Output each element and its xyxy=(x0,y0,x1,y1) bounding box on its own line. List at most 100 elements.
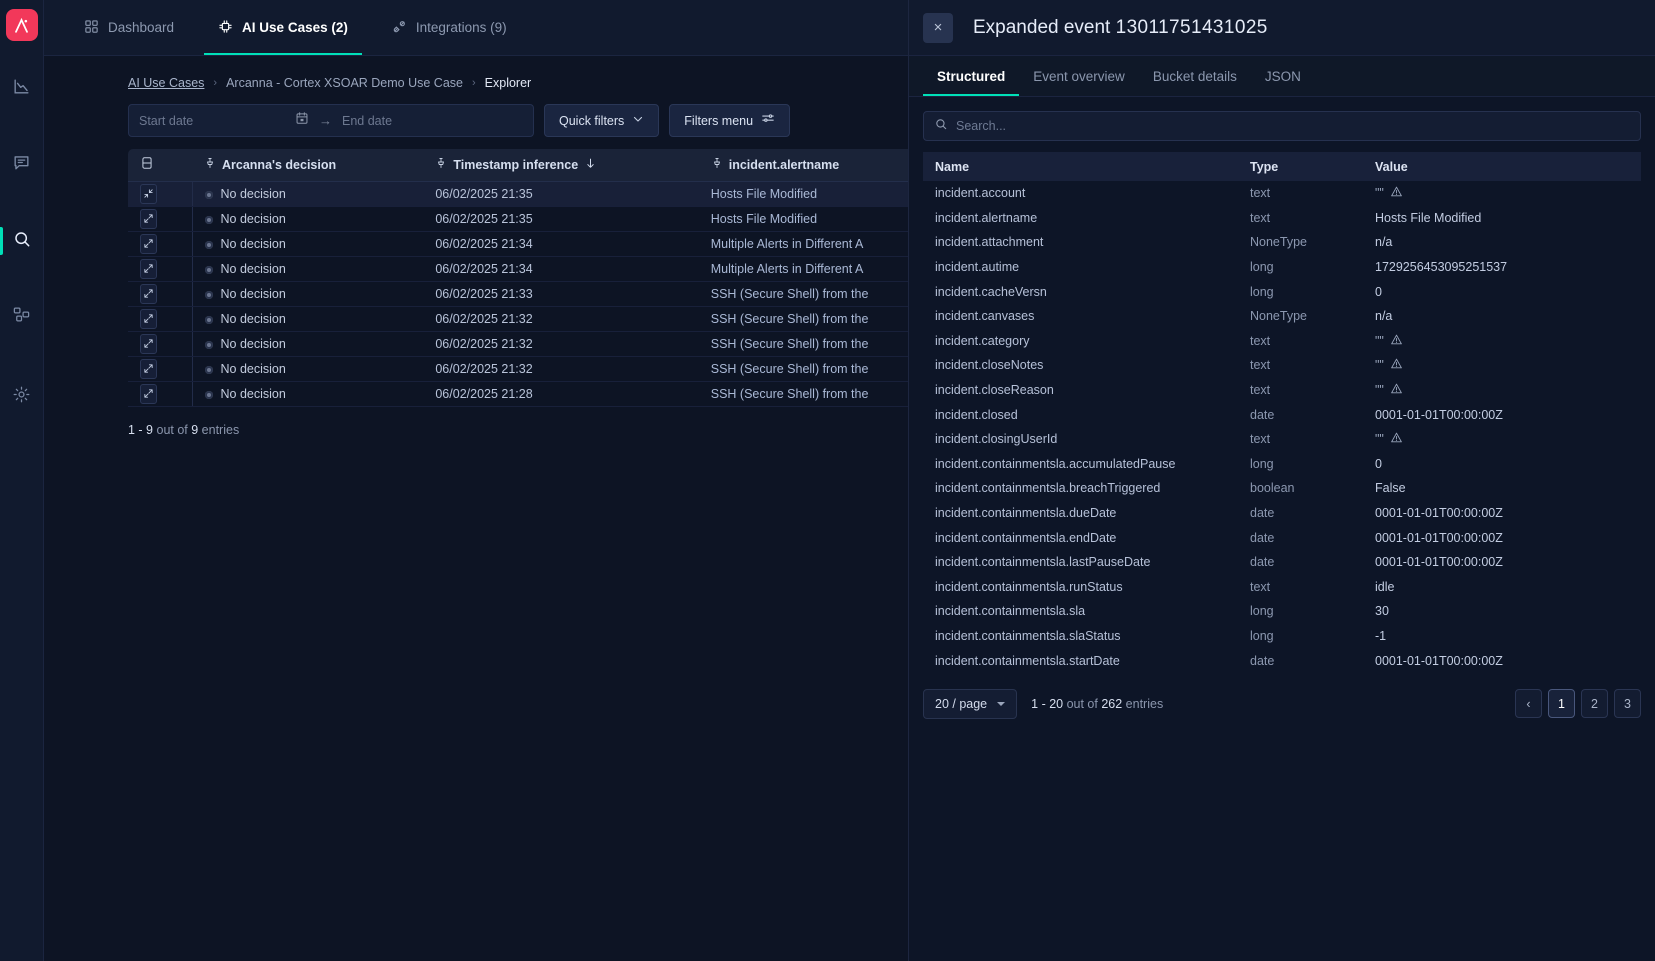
tab-json[interactable]: JSON xyxy=(1251,56,1315,96)
breadcrumb-root[interactable]: AI Use Cases xyxy=(128,76,204,90)
table-row[interactable]: No decision 06/02/2025 21:32 SSH (Secure S… xyxy=(128,356,968,382)
field-row[interactable]: incident.category text "" xyxy=(923,329,1641,354)
app-root: Dashboard AI Use Cases (2) Integrations … xyxy=(0,0,1655,961)
sidebar-item-integrations[interactable] xyxy=(0,297,44,337)
tab-ai-use-cases[interactable]: AI Use Cases (2) xyxy=(204,0,362,55)
field-row[interactable]: incident.alertname text Hosts File Modifie… xyxy=(923,206,1641,231)
warning-icon xyxy=(1390,357,1403,373)
end-date-input[interactable] xyxy=(342,113,492,128)
pagination-controls: ‹ 1 2 3 xyxy=(1515,689,1641,719)
panel-pagination: 20 / page 1 - 20 out of 262 entries ‹ 1 2 3 xyxy=(923,688,1641,719)
field-row[interactable]: incident.containmentsla.runStatus text idl… xyxy=(923,575,1641,600)
page-button-2[interactable]: 2 xyxy=(1581,689,1608,719)
page-button-1[interactable]: 1 xyxy=(1548,689,1575,719)
filters-menu-button[interactable]: Filters menu xyxy=(669,104,791,137)
decision-status-dot xyxy=(204,315,213,324)
field-row[interactable]: incident.canvases NoneType n/a xyxy=(923,304,1641,329)
row-decision-label: No decision xyxy=(220,286,286,301)
field-row[interactable]: incident.closeReason text "" xyxy=(923,378,1641,403)
table-row[interactable]: No decision 06/02/2025 21:28 SSH (Secure S… xyxy=(128,381,968,407)
row-timestamp-cell: 06/02/2025 21:28 xyxy=(423,381,699,407)
expand-row-icon[interactable] xyxy=(140,308,157,329)
search-input[interactable] xyxy=(956,119,1630,133)
collapse-row-icon[interactable] xyxy=(140,183,157,204)
tab-event-overview[interactable]: Event overview xyxy=(1019,56,1139,96)
per-page-select[interactable]: 20 / page xyxy=(923,688,1018,719)
tab-structured[interactable]: Structured xyxy=(923,56,1020,96)
quick-filters-button[interactable]: Quick filters xyxy=(544,104,660,137)
sort-desc-icon[interactable] xyxy=(584,157,597,173)
field-name-cell: incident.containmentsla.breachTriggered xyxy=(935,481,1161,496)
field-row[interactable]: incident.containmentsla.slaStatus long -1 xyxy=(923,624,1641,649)
panel-toggle-icon[interactable] xyxy=(140,157,154,174)
close-icon[interactable]: × xyxy=(923,12,953,43)
search-field[interactable] xyxy=(923,111,1641,141)
expand-row-icon[interactable] xyxy=(140,283,157,304)
field-row[interactable]: incident.containmentsla.endDate date 0001-… xyxy=(923,525,1641,550)
tab-integrations[interactable]: Integrations (9) xyxy=(378,0,521,55)
table-row[interactable]: No decision 06/02/2025 21:35 Hosts File Mo… xyxy=(128,206,968,232)
row-decision-label: No decision xyxy=(220,211,286,226)
field-row[interactable]: incident.containmentsla.dueDate date 0001-… xyxy=(923,501,1641,526)
events-col-expand xyxy=(128,149,192,182)
expand-row-icon[interactable] xyxy=(140,258,157,279)
field-value-cell: 0001-01-01T00:00:00Z xyxy=(1363,525,1641,550)
field-row[interactable]: incident.containmentsla.breachTriggered b… xyxy=(923,476,1641,501)
table-row[interactable]: No decision 06/02/2025 21:35 Hosts File Mo… xyxy=(128,181,968,207)
field-name-cell: incident.alertname xyxy=(935,210,1038,225)
table-row[interactable]: No decision 06/02/2025 21:34 Multiple Aler… xyxy=(128,256,968,282)
table-row[interactable]: No decision 06/02/2025 21:34 Multiple Aler… xyxy=(128,231,968,257)
page-button-3[interactable]: 3 xyxy=(1614,689,1641,719)
field-row[interactable]: incident.closeNotes text "" xyxy=(923,353,1641,378)
field-value-text: n/a xyxy=(1375,235,1393,250)
start-date-input[interactable] xyxy=(139,113,289,128)
field-value-cell: 0001-01-01T00:00:00Z xyxy=(1363,402,1641,427)
expand-row-icon[interactable] xyxy=(140,383,157,404)
expand-row-icon[interactable] xyxy=(140,358,157,379)
sidebar-item-feedback[interactable] xyxy=(0,145,44,185)
date-range-picker[interactable]: → xyxy=(128,104,534,137)
field-value-cell: False xyxy=(1363,476,1641,501)
table-row[interactable]: No decision 06/02/2025 21:32 SSH (Secure S… xyxy=(128,306,968,332)
field-type-cell: text xyxy=(1250,383,1271,398)
field-value-text: n/a xyxy=(1375,309,1393,324)
field-row[interactable]: incident.attachment NoneType n/a xyxy=(923,230,1641,255)
events-col-timestamp[interactable]: Timestamp inference xyxy=(423,149,699,182)
expand-row-icon[interactable] xyxy=(140,333,157,354)
expand-row-icon[interactable] xyxy=(140,233,157,254)
expand-row-icon[interactable] xyxy=(140,208,157,229)
app-logo[interactable] xyxy=(5,9,38,41)
tab-bucket-details[interactable]: Bucket details xyxy=(1139,56,1251,96)
field-value-text: "" xyxy=(1375,333,1384,348)
per-page-label: 20 / page xyxy=(935,696,988,711)
row-timestamp-cell: 06/02/2025 21:32 xyxy=(423,306,699,332)
field-row[interactable]: incident.containmentsla.sla long 30 xyxy=(923,599,1641,624)
calendar-icon[interactable] xyxy=(295,111,309,130)
field-row[interactable]: incident.closingUserId text "" xyxy=(923,427,1641,452)
field-row[interactable]: incident.account text "" xyxy=(923,181,1641,206)
table-row[interactable]: No decision 06/02/2025 21:33 SSH (Secure S… xyxy=(128,281,968,307)
field-value-text: Hosts File Modified xyxy=(1375,210,1482,225)
sidebar-item-analytics[interactable] xyxy=(0,69,44,109)
table-row[interactable]: No decision 06/02/2025 21:32 SSH (Secure S… xyxy=(128,331,968,357)
field-row[interactable]: incident.cacheVersn long 0 xyxy=(923,279,1641,304)
field-row[interactable]: incident.closed date 0001-01-01T00:00:00Z xyxy=(923,402,1641,427)
field-name-cell: incident.closeReason xyxy=(935,383,1054,398)
prev-page-button[interactable]: ‹ xyxy=(1515,689,1542,719)
events-col-decision[interactable]: Arcanna's decision xyxy=(192,149,424,182)
field-name-cell: incident.containmentsla.slaStatus xyxy=(935,628,1121,643)
events-col-alertname-label: incident.alertname xyxy=(728,157,840,172)
sidebar-item-explorer[interactable] xyxy=(0,221,44,261)
breadcrumb-usecase[interactable]: Arcanna - Cortex XSOAR Demo Use Case xyxy=(226,76,463,90)
row-expand-cell xyxy=(128,356,193,382)
field-row[interactable]: incident.containmentsla.lastPauseDate dat… xyxy=(923,550,1641,575)
sidebar-item-settings[interactable] xyxy=(0,377,44,417)
field-value-text: 1729256453095251537 xyxy=(1375,260,1508,275)
left-rail xyxy=(0,0,44,961)
field-row[interactable]: incident.containmentsla.startDate date 000… xyxy=(923,648,1641,673)
field-name-cell: incident.autime xyxy=(935,260,1020,275)
panel-header: × Expanded event 13011751431025 xyxy=(909,0,1655,56)
field-row[interactable]: incident.autime long 1729256453095251537 xyxy=(923,255,1641,280)
tab-dashboard[interactable]: Dashboard xyxy=(70,0,188,55)
field-row[interactable]: incident.containmentsla.accumulatedPause… xyxy=(923,452,1641,477)
